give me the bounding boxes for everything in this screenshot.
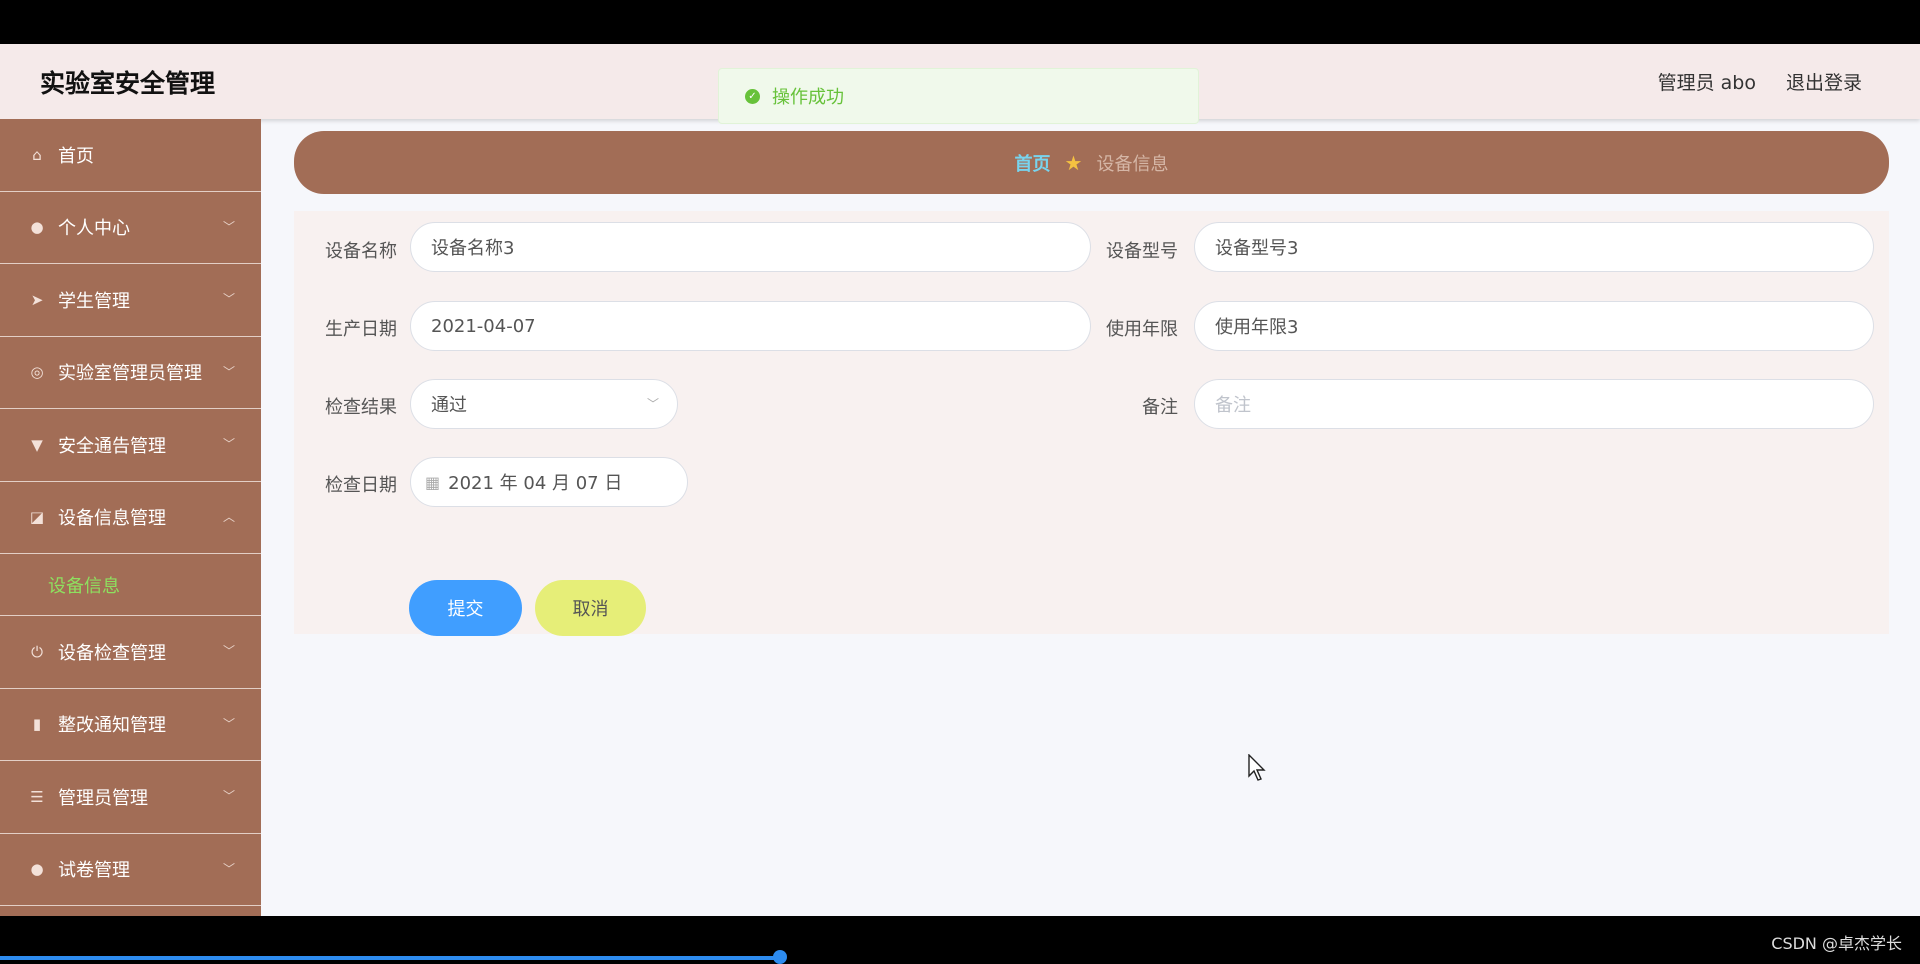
submenu-device-info[interactable]: 设备信息 (0, 554, 261, 616)
sidebar-item-label: 设备检查管理 (58, 642, 166, 664)
sidebar-item-device-info[interactable]: ◪ 设备信息管理 ︿ (0, 482, 261, 554)
chevron-down-icon: ﹀ (222, 219, 235, 234)
chevron-up-icon: ︿ (222, 509, 235, 524)
calendar-icon: ▦ (425, 472, 441, 492)
gauge-icon: ◎ (30, 363, 44, 382)
breadcrumb: 首页 ★ 设备信息 (294, 131, 1889, 194)
sidebar-item-profile[interactable]: ● 个人中心 ﹀ (0, 192, 261, 264)
sidebar-item-label: 设备信息管理 (58, 508, 166, 530)
device-model-input[interactable]: 设备型号3 (1194, 222, 1874, 272)
brand-title: 实验室安全管理 (40, 69, 216, 98)
check-circle-icon: ✓ (745, 88, 760, 104)
user-label: 管理员 abo (1657, 72, 1756, 94)
video-progress-bar[interactable] (0, 956, 780, 960)
chevron-down-icon: ﹀ (222, 644, 235, 658)
chevron-down-icon: ﹀ (646, 397, 659, 411)
mouse-cursor-icon (1248, 754, 1266, 781)
sidebar-item-exam-papers[interactable]: ● 试卷管理 ﹀ (0, 834, 261, 906)
device-model-label: 设备型号 (1106, 241, 1178, 262)
pin-icon: ▼ (31, 435, 43, 454)
cancel-button[interactable]: 取消 (535, 580, 646, 636)
chevron-down-icon: ﹀ (222, 292, 235, 306)
video-top-bar (0, 0, 1920, 44)
sidebar: ⌂ 首页 ● 个人中心 ﹀ ➤ 学生管理 ﹀ ◎ 实验室管理员管理 ﹀ ▼ 安全… (0, 119, 261, 916)
sidebar-item-label: 个人中心 (58, 218, 130, 240)
home-icon: ⌂ (32, 145, 42, 164)
user-icon: ● (30, 218, 44, 237)
submit-button[interactable]: 提交 (409, 580, 522, 636)
user-icon: ● (30, 860, 44, 879)
check-result-select[interactable]: 通过 ﹀ (410, 379, 678, 429)
sidebar-item-students[interactable]: ➤ 学生管理 ﹀ (0, 264, 261, 337)
sidebar-item-label: 学生管理 (58, 290, 130, 312)
watermark: CSDN @卓杰学长 (1771, 934, 1902, 953)
sidebar-item-device-check[interactable]: ⏻ 设备检查管理 ﹀ (0, 616, 261, 689)
sidebar-item-home[interactable]: ⌂ 首页 (0, 119, 261, 192)
remark-input[interactable]: 备注 (1194, 379, 1874, 429)
production-date-label: 生产日期 (325, 319, 397, 340)
sidebar-item-label: 整改通知管理 (58, 715, 166, 737)
check-result-value: 通过 (431, 395, 467, 416)
toast-message: 操作成功 (772, 87, 844, 108)
sidebar-item-lab-admins[interactable]: ◎ 实验室管理员管理 ﹀ (0, 337, 261, 409)
chevron-down-icon: ﹀ (222, 437, 235, 451)
sidebar-item-label: 试卷管理 (58, 860, 130, 882)
sidebar-item-rectification[interactable]: ▮ 整改通知管理 ﹀ (0, 689, 261, 761)
chevron-down-icon: ﹀ (222, 716, 235, 731)
sidebar-item-label: 管理员管理 (58, 787, 148, 809)
chevron-down-icon: ﹀ (222, 789, 235, 803)
send-icon: ➤ (30, 290, 44, 309)
remark-label: 备注 (1142, 397, 1178, 418)
service-life-label: 使用年限 (1106, 319, 1178, 340)
header-right: 管理员 abo 退出登录 (1658, 68, 1862, 95)
bar-chart-icon: ▮ (32, 715, 42, 734)
chevron-down-icon: ﹀ (222, 364, 235, 379)
breadcrumb-home[interactable]: 首页 (1015, 150, 1051, 176)
video-progress-handle[interactable] (773, 950, 787, 964)
sliders-icon: ☰ (30, 787, 44, 806)
star-icon: ★ (1064, 150, 1083, 175)
device-name-label: 设备名称 (325, 241, 397, 262)
breadcrumb-current: 设备信息 (1096, 153, 1169, 175)
success-toast: ✓ 操作成功 (718, 68, 1199, 124)
sidebar-item-label: 首页 (58, 145, 94, 167)
sidebar-item-safety-notices[interactable]: ▼ 安全通告管理 ﹀ (0, 409, 261, 482)
app-window: 实验室安全管理 管理员 abo 退出登录 ✓ 操作成功 ⌂ 首页 ● 个人中心 … (0, 44, 1920, 916)
chevron-down-icon: ﹀ (222, 861, 235, 876)
sidebar-item-admins[interactable]: ☰ 管理员管理 ﹀ (0, 761, 261, 834)
sidebar-item-label: 实验室管理员管理 (58, 363, 202, 385)
check-date-label: 检查日期 (325, 475, 397, 496)
check-result-label: 检查结果 (325, 397, 397, 418)
production-date-input[interactable]: 2021-04-07 (410, 301, 1091, 351)
logout-link[interactable]: 退出登录 (1786, 68, 1862, 95)
service-life-input[interactable]: 使用年限3 (1194, 301, 1874, 351)
share-icon: ◪ (29, 508, 45, 527)
video-bottom-bar (0, 916, 1920, 960)
sidebar-item-label: 安全通告管理 (58, 435, 166, 457)
check-date-picker[interactable]: ▦ 2021 年 04 月 07 日 (410, 457, 688, 507)
device-name-input[interactable]: 设备名称3 (410, 222, 1091, 272)
check-date-value: 2021 年 04 月 07 日 (448, 473, 623, 494)
power-icon: ⏻ (31, 642, 43, 661)
